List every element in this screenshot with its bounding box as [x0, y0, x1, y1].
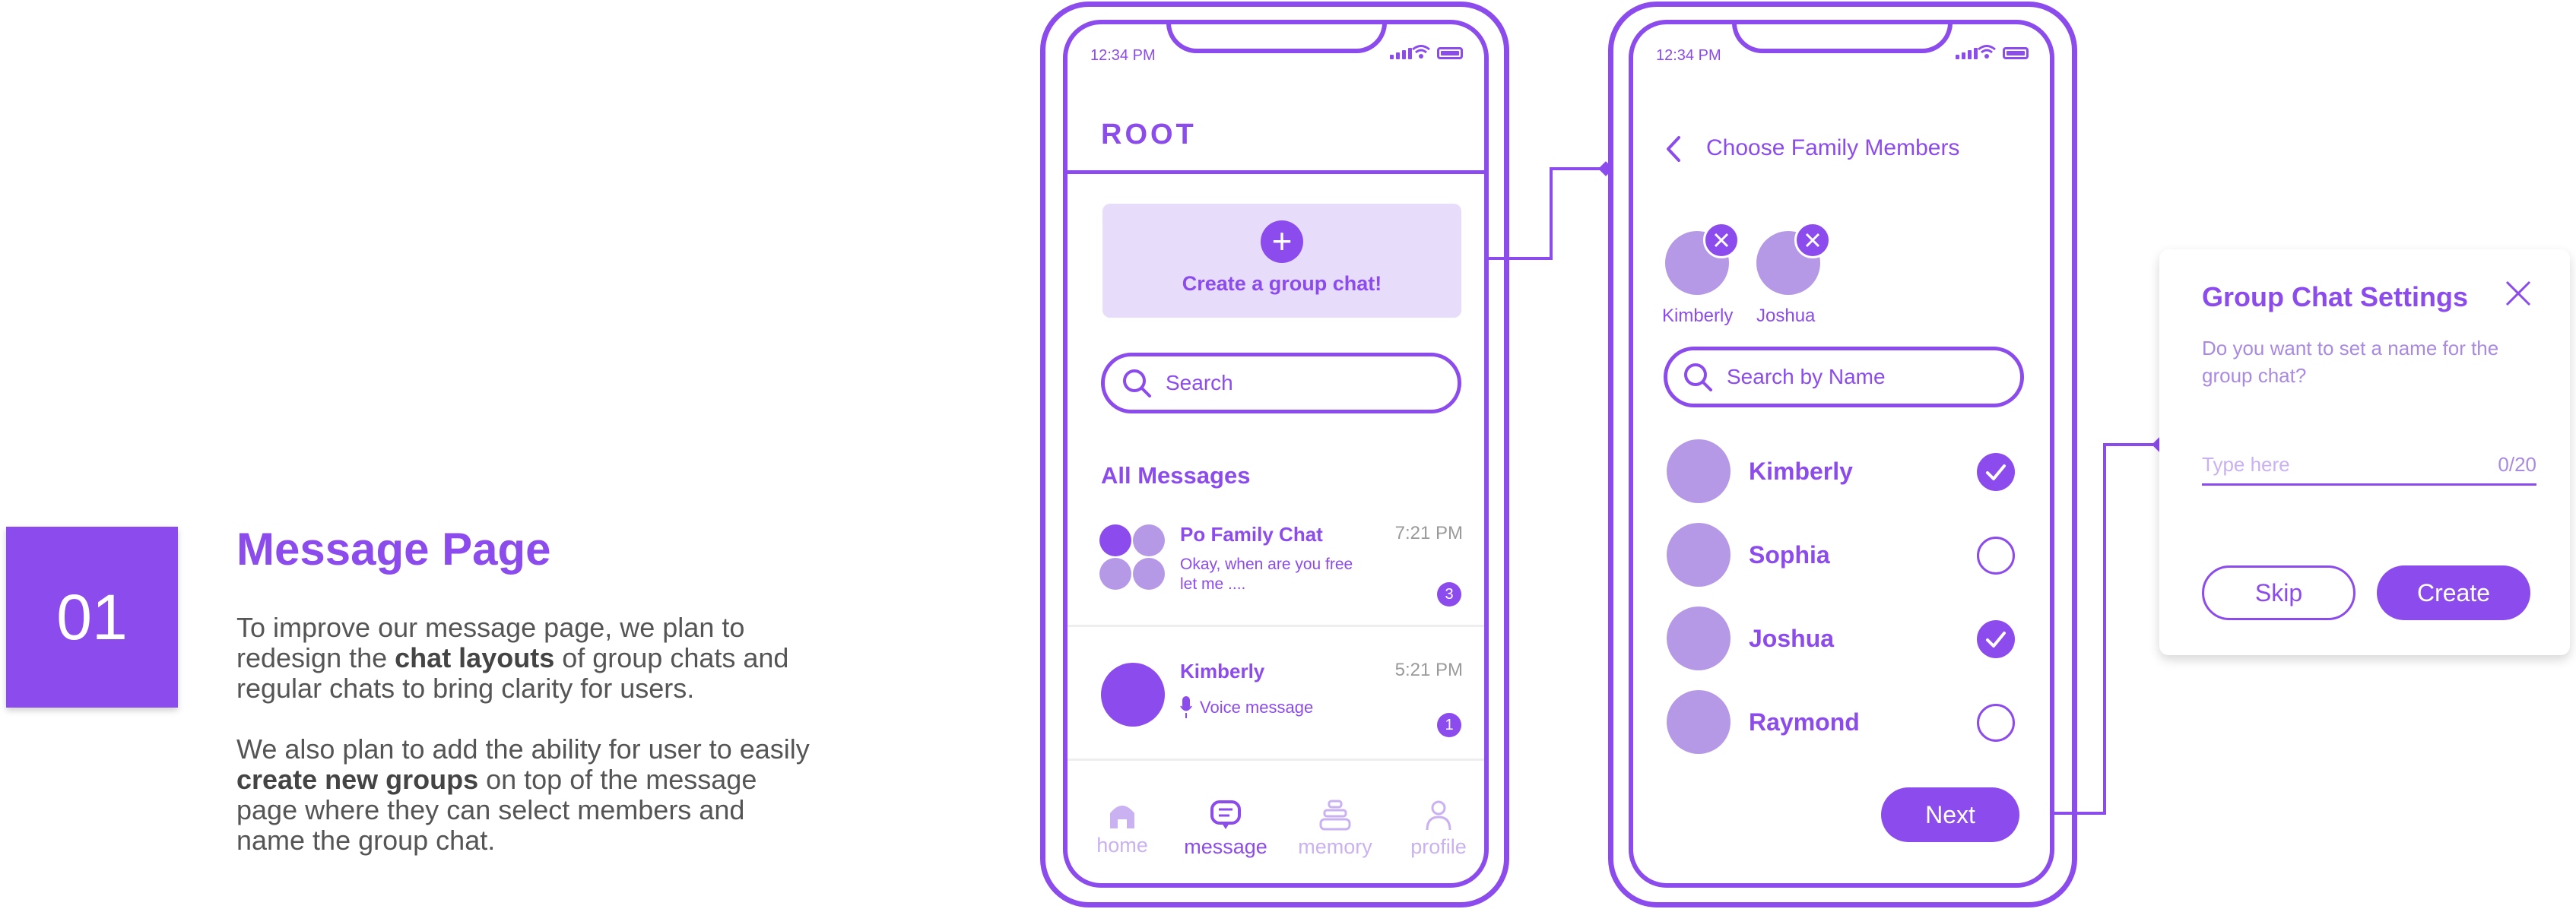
chat-name: Po Family Chat	[1180, 523, 1323, 546]
chat-list-item[interactable]: Po Family Chat Okay, when are you free l…	[1068, 515, 1484, 616]
member-row[interactable]: Kimberly	[1633, 435, 2050, 511]
nav-profile[interactable]: profile	[1384, 800, 1484, 859]
remove-member-button[interactable]	[1703, 222, 1740, 258]
member-name: Sophia	[1749, 541, 1830, 569]
phone-screen-choose-members: 12:34 PM Choose Family Members Kimberly	[1629, 20, 2054, 888]
member-name: Joshua	[1756, 306, 1816, 326]
member-avatar	[1667, 690, 1731, 754]
chat-name: Kimberly	[1180, 660, 1265, 683]
chat-preview: Voice message	[1180, 696, 1313, 719]
member-checkbox-checked[interactable]	[1977, 620, 2015, 658]
chat-preview: Okay, when are you free let me ....	[1180, 556, 1353, 593]
search-placeholder: Search by Name	[1727, 365, 1886, 388]
plus-icon: +	[1261, 220, 1303, 263]
user-avatar	[1101, 663, 1165, 727]
member-checkbox-checked[interactable]	[1977, 453, 2015, 491]
member-name: Kimberly	[1749, 458, 1853, 485]
selected-member-chip: Kimberly	[1662, 222, 1756, 336]
signal-icon	[1956, 47, 1978, 59]
wifi-icon	[1412, 45, 1430, 59]
skip-button[interactable]: Skip	[2202, 565, 2356, 620]
dialog-title: Group Chat Settings	[2202, 281, 2468, 312]
chat-list-item[interactable]: Kimberly Voice message 5:21 PM 1	[1068, 648, 1484, 748]
search-placeholder: Search	[1166, 371, 1233, 394]
list-divider	[1068, 625, 1484, 627]
status-time: 12:34 PM	[1656, 47, 1721, 64]
member-row[interactable]: Raymond	[1633, 686, 2050, 762]
close-icon	[1805, 233, 1820, 248]
status-time: 12:34 PM	[1090, 47, 1156, 64]
group-name-input[interactable]: Type here 0/20	[2202, 448, 2536, 486]
nav-home[interactable]: home	[1068, 800, 1177, 857]
stack-icon	[1319, 800, 1351, 831]
signal-icon	[1390, 47, 1412, 59]
character-counter: 0/20	[2498, 453, 2536, 476]
search-icon	[1684, 363, 1712, 391]
chat-time: 7:21 PM	[1394, 523, 1463, 543]
battery-icon	[1437, 47, 1463, 59]
checkmark-icon	[1986, 632, 2006, 648]
create-group-label: Create a group chat!	[1182, 272, 1382, 295]
checkmark-icon	[1986, 464, 2006, 480]
list-divider	[1068, 759, 1484, 761]
close-icon	[1714, 233, 1729, 248]
unread-badge: 1	[1437, 713, 1461, 737]
nav-memory[interactable]: memory	[1280, 800, 1390, 859]
create-button[interactable]: Create	[2377, 565, 2530, 620]
chat-bubble-icon	[1210, 800, 1241, 829]
selected-member-chip: Joshua	[1756, 222, 1848, 336]
all-messages-heading: All Messages	[1101, 462, 1251, 489]
phone-screen-messages: 12:34 PM ROOT + Create a group chat! Sea…	[1063, 20, 1489, 888]
phone-notch	[1732, 24, 1953, 53]
member-avatar	[1667, 523, 1731, 587]
member-row[interactable]: Joshua	[1633, 602, 2050, 678]
wifi-icon	[1978, 45, 1996, 59]
member-name: Raymond	[1749, 708, 1860, 736]
unread-badge: 3	[1437, 582, 1461, 607]
create-group-card[interactable]: + Create a group chat!	[1102, 204, 1461, 318]
person-icon	[1426, 800, 1451, 831]
member-checkbox[interactable]	[1977, 704, 2015, 742]
search-by-name-input[interactable]: Search by Name	[1664, 347, 2024, 407]
group-avatar	[1099, 524, 1165, 590]
member-name: Joshua	[1749, 625, 1835, 652]
search-input[interactable]: Search	[1101, 353, 1461, 413]
battery-icon	[2003, 47, 2029, 59]
search-icon	[1123, 369, 1151, 397]
app-title: ROOT	[1101, 119, 1197, 150]
screen-title: Choose Family Members	[1706, 135, 1960, 160]
nav-message[interactable]: message	[1171, 800, 1280, 859]
header-divider	[1068, 170, 1484, 174]
phone-notch	[1166, 24, 1387, 53]
input-placeholder: Type here	[2202, 453, 2290, 476]
chevron-left-icon[interactable]	[1665, 135, 1682, 163]
member-name: Kimberly	[1662, 306, 1734, 326]
close-icon[interactable]	[2505, 280, 2532, 307]
member-row[interactable]: Sophia	[1633, 518, 2050, 594]
microphone-icon	[1180, 696, 1192, 718]
next-button[interactable]: Next	[1881, 787, 2019, 842]
group-chat-settings-dialog: Group Chat Settings Do you want to set a…	[2159, 249, 2570, 655]
member-checkbox[interactable]	[1977, 537, 2015, 575]
member-avatar	[1667, 439, 1731, 503]
member-avatar	[1667, 607, 1731, 670]
chat-time: 5:21 PM	[1394, 660, 1463, 680]
dialog-question: Do you want to set a name for the group …	[2202, 337, 2499, 387]
remove-member-button[interactable]	[1794, 222, 1831, 258]
home-icon	[1110, 806, 1134, 828]
